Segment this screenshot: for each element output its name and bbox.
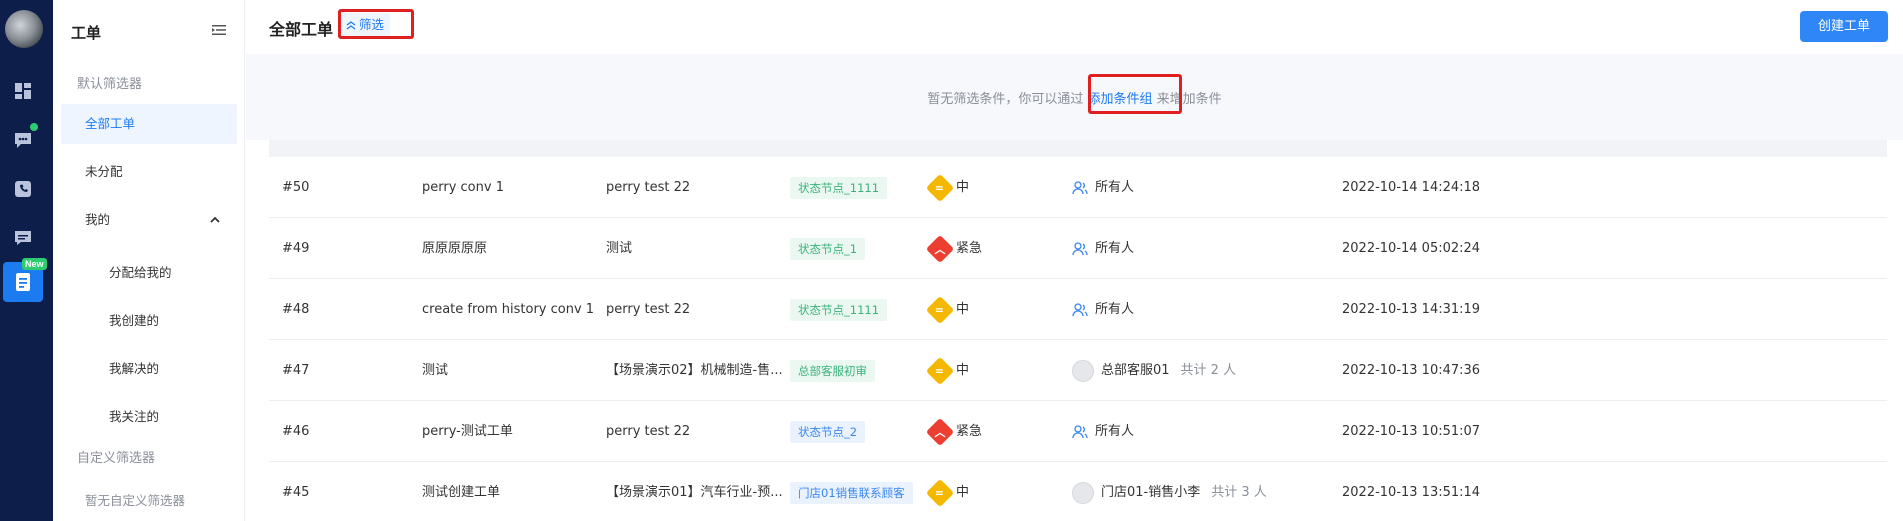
dashboard-icon[interactable] — [12, 80, 34, 102]
group-icon — [1072, 180, 1088, 194]
ticket-id: #45 — [282, 485, 310, 500]
priority-label: 紧急 — [956, 424, 983, 439]
chat-icon[interactable] — [12, 129, 34, 151]
ticket-customer: 【场景演示02】机械制造-售... — [606, 363, 783, 378]
ticket-id: #49 — [282, 241, 310, 256]
assignee-name: 所有人 — [1095, 241, 1135, 256]
page-title: 全部工单 — [269, 20, 334, 39]
default-filters-label: 默认筛选器 — [77, 77, 143, 92]
ticket-time: 2022-10-14 05:02:24 — [1342, 241, 1481, 256]
table-row[interactable]: #47 测试 【场景演示02】机械制造-售... 总部客服初审 = 中 总部客服01 共计 2… — [269, 340, 1887, 401]
assignee-name: 所有人 — [1095, 424, 1135, 439]
app-rail: New — [0, 0, 53, 521]
phone-icon[interactable] — [12, 178, 34, 200]
priority-label: 中 — [956, 180, 970, 195]
assignee-name: 门店01-销售小李 — [1101, 485, 1201, 500]
priority-mid-icon: = — [925, 295, 955, 324]
table-row[interactable]: #45 测试创建工单 【场景演示01】汽车行业-预... 门店01销售联系顾客 = 中 门店… — [269, 462, 1887, 521]
avatar — [1072, 359, 1094, 382]
user-avatar[interactable] — [5, 10, 43, 48]
status-badge: 状态节点_2 — [790, 420, 866, 443]
priority-label: 紧急 — [956, 241, 983, 256]
ticket-title[interactable]: 原原原原原 — [422, 218, 487, 279]
assignee-count: 共计 2 人 — [1180, 363, 1237, 378]
avatar — [1072, 481, 1094, 504]
group-icon — [1072, 302, 1088, 316]
ticket-icon — [16, 273, 30, 291]
priority-label: 中 — [956, 363, 970, 378]
collapse-sidebar-icon[interactable] — [211, 22, 227, 38]
new-badge: New — [22, 258, 47, 270]
priority-mid-icon: = — [925, 173, 955, 202]
ticket-customer: perry test 22 — [606, 424, 691, 439]
ticket-title[interactable]: create from history conv 1 — [422, 279, 594, 340]
ticket-sidebar: 工单 默认筛选器 全部工单 未分配 我的 分配给我的 我创建的 我解决的 我关注… — [53, 0, 245, 521]
online-status-dot — [30, 123, 38, 131]
custom-filters-label: 自定义筛选器 — [77, 451, 156, 466]
assignee-name: 所有人 — [1095, 180, 1135, 195]
sidebar-item-unassigned[interactable]: 未分配 — [61, 152, 237, 192]
ticket-time: 2022-10-14 14:24:18 — [1342, 180, 1481, 195]
ticket-id: #46 — [282, 424, 310, 439]
table-row[interactable]: #46 perry-测试工单 perry test 22 状态节点_2 ︿ 紧急 所有人 20… — [269, 401, 1887, 462]
main-content: 全部工单 筛选 创建工单 暂无筛选条件，你可以通过 添加条件组 来增加条件 #5… — [246, 0, 1903, 521]
create-ticket-button[interactable]: 创建工单 — [1800, 11, 1888, 42]
ticket-title[interactable]: perry conv 1 — [422, 157, 504, 218]
table-row[interactable]: #50 perry conv 1 perry test 22 状态节点_1111 = 中 所… — [269, 157, 1887, 218]
ticket-customer: 【场景演示01】汽车行业-预... — [606, 485, 783, 500]
priority-urgent-icon: ︿ — [925, 234, 955, 263]
chevron-up-icon[interactable] — [209, 214, 221, 226]
table-header-strip — [269, 140, 1887, 157]
priority-label: 中 — [956, 485, 970, 500]
sidebar-item-created-by-me[interactable]: 我创建的 — [109, 310, 159, 329]
ticket-id: #50 — [282, 180, 310, 195]
ticket-time: 2022-10-13 14:31:19 — [1342, 302, 1481, 317]
table-row[interactable]: #49 原原原原原 测试 状态节点_1 ︿ 紧急 所有人 2022-10-14 05:02:2… — [269, 218, 1887, 279]
ticket-customer: 测试 — [606, 241, 633, 256]
sidebar-item-assigned-to-me[interactable]: 分配给我的 — [109, 262, 172, 281]
sidebar-title: 工单 — [71, 24, 102, 42]
ticket-id: #47 — [282, 363, 310, 378]
ticket-title[interactable]: 测试创建工单 — [422, 462, 500, 521]
empty-filter-message: 暂无筛选条件，你可以通过 添加条件组 来增加条件 — [246, 88, 1903, 107]
no-custom-filters-text: 暂无自定义筛选器 — [85, 493, 186, 508]
ticket-id: #48 — [282, 302, 310, 317]
group-icon — [1072, 424, 1088, 438]
priority-label: 中 — [956, 302, 970, 317]
sidebar-item-followed-by-me[interactable]: 我关注的 — [109, 406, 159, 425]
ticket-customer: perry test 22 — [606, 180, 691, 195]
sidebar-item-all-tickets[interactable]: 全部工单 — [61, 104, 237, 144]
filter-panel: 暂无筛选条件，你可以通过 添加条件组 来增加条件 — [246, 54, 1903, 140]
sidebar-item-resolved-by-me[interactable]: 我解决的 — [109, 358, 159, 377]
table-row[interactable]: #48 create from history conv 1 perry test … — [269, 279, 1887, 340]
ticket-time: 2022-10-13 10:47:36 — [1342, 363, 1481, 378]
assignee-name: 总部客服01 — [1101, 363, 1170, 378]
priority-mid-icon: = — [925, 478, 955, 507]
status-badge: 状态节点_1111 — [790, 176, 888, 199]
group-icon — [1072, 241, 1088, 255]
highlight-box-add-condition — [1088, 74, 1182, 114]
message-icon[interactable] — [12, 227, 34, 249]
status-badge: 门店01销售联系顾客 — [790, 481, 913, 504]
empty-filter-text-before: 暂无筛选条件，你可以通过 — [927, 92, 1084, 107]
status-badge: 状态节点_1 — [790, 237, 866, 260]
assignee-count: 共计 3 人 — [1211, 485, 1267, 500]
ticket-title[interactable]: 测试 — [422, 340, 448, 401]
priority-mid-icon: = — [925, 356, 955, 385]
status-badge: 总部客服初审 — [790, 359, 875, 382]
status-badge: 状态节点_1111 — [790, 298, 888, 321]
highlight-box-filter — [338, 9, 414, 39]
ticket-time: 2022-10-13 10:51:07 — [1342, 424, 1481, 439]
ticket-customer: perry test 22 — [606, 302, 691, 317]
page-header: 全部工单 筛选 创建工单 — [246, 0, 1903, 54]
priority-urgent-icon: ︿ — [925, 417, 955, 446]
ticket-title[interactable]: perry-测试工单 — [422, 401, 513, 462]
assignee-name: 所有人 — [1095, 302, 1135, 317]
ticket-time: 2022-10-13 13:51:14 — [1342, 485, 1481, 500]
